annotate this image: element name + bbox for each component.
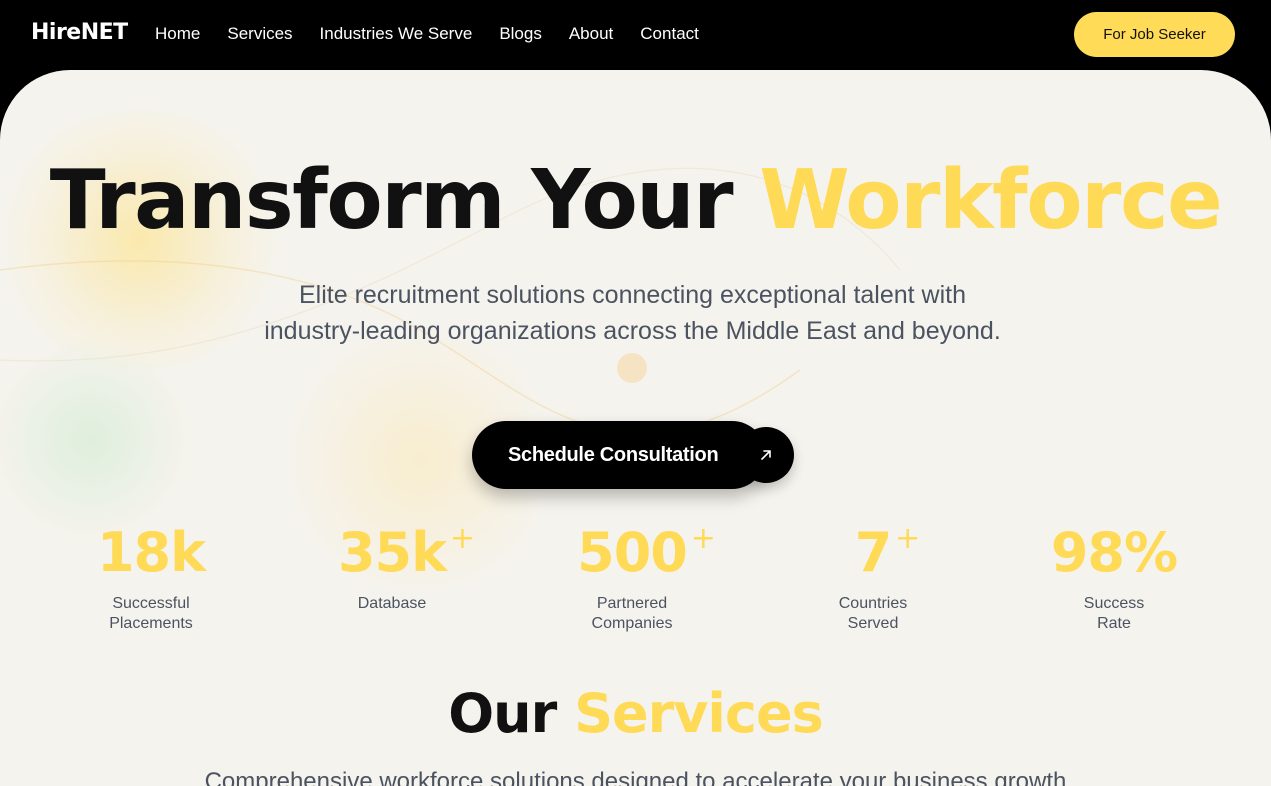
- stat-label: Database: [282, 594, 502, 614]
- hero-section: Transform Your Workforce Elite recruitme…: [0, 70, 1271, 786]
- brand-logo[interactable]: HireNET: [31, 20, 128, 45]
- stat-value: 18k: [96, 520, 206, 586]
- nav-link-home[interactable]: Home: [155, 24, 200, 44]
- schedule-consultation-label: Schedule Consultation: [508, 443, 719, 466]
- stat-placements: 18k Successful Placements: [41, 520, 261, 634]
- services-subtitle: Comprehensive workforce solutions design…: [204, 768, 1067, 786]
- nav-link-about[interactable]: About: [569, 24, 613, 44]
- stat-countries: 7 + Countries Served: [763, 520, 983, 634]
- stat-label-line-2: Rate: [1097, 615, 1131, 632]
- nav-link-industries[interactable]: Industries We Serve: [320, 24, 473, 44]
- stat-label-line-2: Companies: [591, 615, 673, 632]
- services-heading-main: Our: [448, 682, 557, 745]
- stat-plus: +: [690, 521, 716, 556]
- job-seeker-button[interactable]: For Job Seeker: [1074, 12, 1235, 57]
- stat-success-rate: 98% Success Rate: [1004, 520, 1224, 634]
- hero-subtitle: Elite recruitment solutions connecting e…: [185, 277, 1080, 349]
- stat-label: Partnered Companies: [522, 594, 742, 634]
- stat-label-line-1: Success: [1083, 595, 1145, 612]
- stat-label-line-1: Successful: [112, 595, 190, 612]
- stat-companies: 500 + Partnered Companies: [522, 520, 742, 634]
- top-navbar: HireNET Home Services Industries We Serv…: [0, 0, 1271, 70]
- schedule-arrow-button[interactable]: [738, 427, 794, 483]
- stat-value: 500 +: [577, 520, 716, 586]
- stat-label: Countries Served: [763, 594, 983, 634]
- nav-link-services[interactable]: Services: [227, 24, 292, 44]
- stat-value-text: 18k: [96, 521, 206, 584]
- stat-plus: +: [449, 521, 475, 556]
- stat-value-text: 7: [854, 521, 893, 584]
- stat-value: 7 +: [854, 520, 921, 586]
- stat-label: Successful Placements: [41, 594, 261, 634]
- nav-link-blogs[interactable]: Blogs: [499, 24, 542, 44]
- decorative-dot: [617, 353, 647, 383]
- stat-value-text: 500: [577, 521, 688, 584]
- stat-label-line-1: Countries: [838, 595, 908, 612]
- schedule-consultation-button[interactable]: Schedule Consultation: [472, 421, 766, 489]
- hero-subtitle-line-1: Elite recruitment solutions connecting e…: [298, 281, 967, 309]
- stat-value-text: 98%: [1050, 521, 1178, 584]
- stat-plus: +: [895, 521, 920, 556]
- main-nav: Home Services Industries We Serve Blogs …: [155, 24, 726, 44]
- nav-link-contact[interactable]: Contact: [640, 24, 699, 44]
- hero-title-accent: Workforce: [759, 153, 1223, 248]
- services-heading-accent: Services: [574, 682, 824, 745]
- stat-label-line-2: Served: [847, 615, 899, 632]
- stat-database: 35k + Database: [282, 520, 502, 614]
- hero-title: Transform Your Workforce: [0, 153, 1271, 248]
- stat-value-text: 35k: [337, 521, 447, 584]
- stat-label: Success Rate: [1004, 594, 1224, 634]
- stat-value: 98%: [1050, 520, 1178, 586]
- services-heading: Our Services: [0, 681, 1271, 747]
- arrow-up-right-icon: [761, 450, 771, 460]
- hero-title-main: Transform Your: [49, 153, 734, 248]
- stat-value: 35k +: [337, 520, 475, 586]
- stat-label-line-2: Placements: [109, 615, 193, 632]
- stat-label-line-1: Database: [357, 595, 427, 612]
- hero-subtitle-line-2: industry-leading organizations across th…: [264, 317, 1001, 345]
- stat-label-line-1: Partnered: [596, 595, 668, 612]
